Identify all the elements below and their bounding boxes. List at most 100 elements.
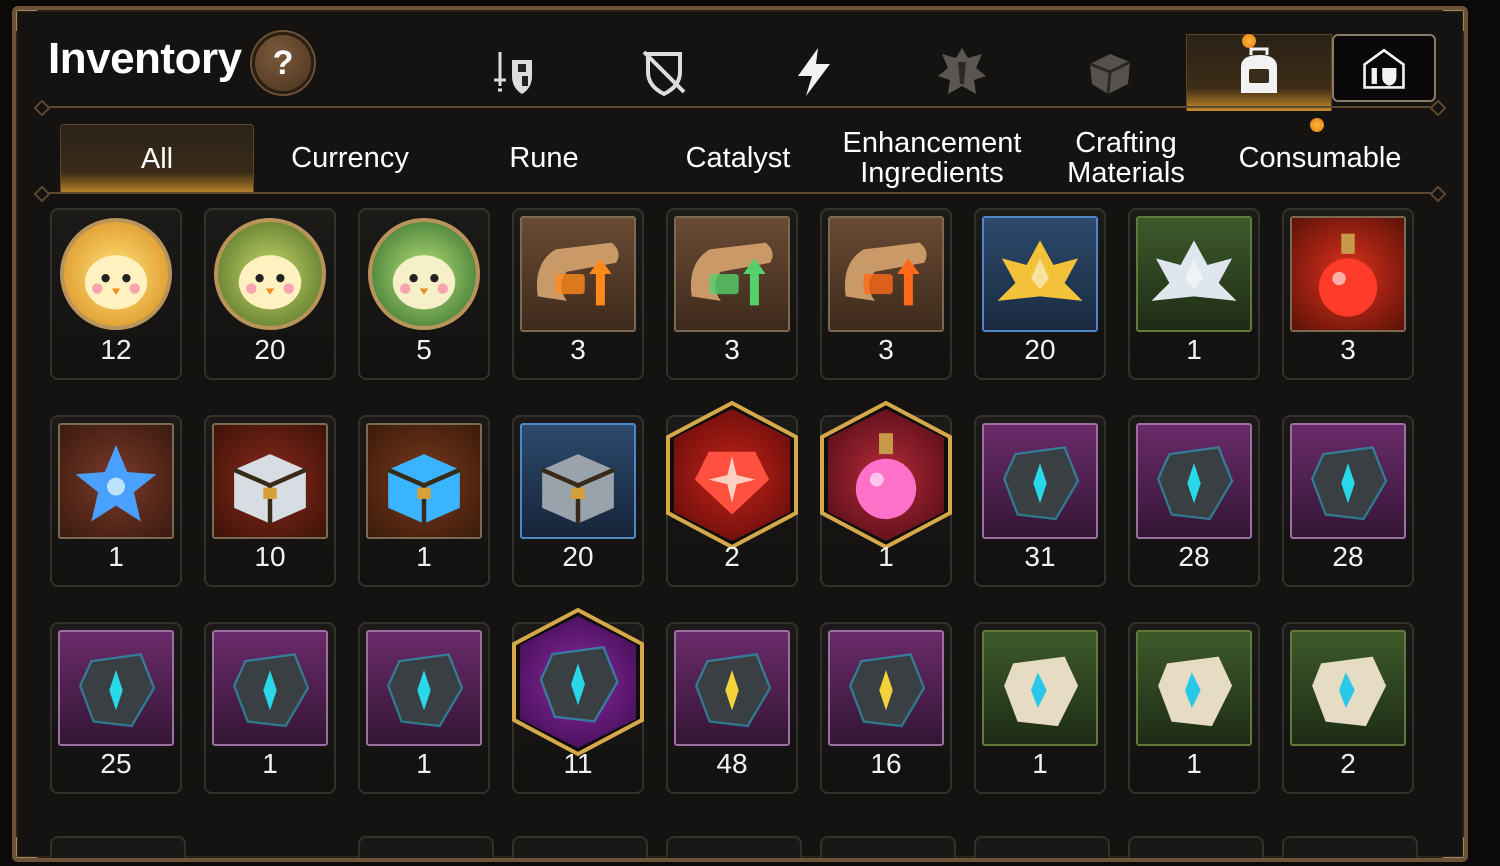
item-slot[interactable]: 1 [974,622,1106,794]
blue-glow-chest-icon [366,423,482,539]
item-slot-partial[interactable] [512,836,648,858]
cube-icon[interactable] [1062,32,1158,112]
tab-all[interactable]: All [60,124,254,193]
item-slot[interactable]: 3 [1282,208,1414,380]
item-count: 3 [1340,334,1356,365]
gold-lotus-crystal-icon [982,216,1098,332]
item-count: 31 [1024,541,1056,572]
item-count: 1 [416,541,432,572]
crest-icon[interactable] [914,32,1010,112]
scroll-upgrade-rainbow-icon [674,216,790,332]
item-count: 1 [1186,334,1202,365]
item-slot-partial[interactable] [666,836,802,858]
lightning-icon[interactable] [766,32,862,112]
item-count: 10 [254,541,286,572]
item-count: 48 [716,748,748,779]
item-slot[interactable]: 1 [1128,208,1260,380]
item-count: 20 [254,334,286,365]
item-slot[interactable]: 48 [666,622,798,794]
scroll-upgrade-red-icon [828,216,944,332]
notification-dot [1310,118,1324,132]
rune-armor-icon [1290,423,1406,539]
item-count: 28 [1332,541,1364,572]
frame-corner [16,10,37,31]
category-tabs: All Currency Rune Catalyst Enhancement I… [60,124,1440,193]
item-slot[interactable]: 3 [666,208,798,380]
item-count: 20 [562,541,594,572]
item-count: 28 [1178,541,1210,572]
item-slot-partial[interactable] [1282,836,1418,858]
item-count: 3 [878,334,894,365]
item-slot[interactable]: 1 [1128,622,1260,794]
tab-rune[interactable]: Rune [448,124,640,192]
help-button[interactable]: ? [252,32,314,94]
item-slot-partial[interactable] [50,836,186,858]
item-slot[interactable]: 1 [358,622,490,794]
item-slot[interactable]: 12 [50,208,182,380]
leaf-chick-coin-icon [368,218,480,330]
item-slot[interactable]: 31 [974,415,1106,587]
frame-corner [1443,837,1464,858]
backpack-icon[interactable] [1186,34,1332,111]
rune-blade-gold-icon [828,630,944,746]
stone-rune-sword-icon [982,630,1098,746]
item-count: 11 [563,748,593,779]
item-slot[interactable]: 3 [512,208,644,380]
rune-helmet-icon [1136,423,1252,539]
item-count: 12 [100,334,132,365]
item-slot[interactable]: 20 [204,208,336,380]
item-slot[interactable]: 2 [1282,622,1414,794]
item-slot[interactable]: 1 [358,415,490,587]
star-potion-icon [58,423,174,539]
page-title: Inventory [48,34,242,83]
item-count: 16 [870,748,902,779]
green-chick-coin-icon [214,218,326,330]
item-slot[interactable]: 28 [1128,415,1260,587]
tab-catalyst[interactable]: Catalyst [642,124,834,192]
iron-chest-icon [520,423,636,539]
storage-house-icon[interactable] [1332,34,1436,102]
tab-crafting-materials[interactable]: Crafting Materials [1030,124,1222,192]
item-count: 20 [1024,334,1056,365]
item-slot[interactable]: 1 [50,415,182,587]
rune-boots-icon [58,630,174,746]
item-slot[interactable]: 20 [512,415,644,587]
item-count: 1 [416,748,432,779]
gold-chick-coin-icon [60,218,172,330]
item-slot-partial[interactable] [820,836,956,858]
rune-sword-icon [982,423,1098,539]
item-slot[interactable]: 2 [666,400,798,587]
item-count: 1 [262,748,278,779]
item-slot[interactable]: 3 [820,208,952,380]
tab-currency[interactable]: Currency [254,124,446,192]
tab-enhancement-ingredients[interactable]: Enhancement Ingredients [836,124,1028,192]
item-slot[interactable]: 20 [974,208,1106,380]
item-slot[interactable]: 1 [204,622,336,794]
item-slot[interactable]: 10 [204,415,336,587]
item-count: 2 [1340,748,1356,779]
item-slot-partial[interactable] [358,836,494,858]
item-count: 3 [570,334,586,365]
item-slot[interactable]: 25 [50,622,182,794]
rune-necklace-icon [366,630,482,746]
disabled-shield-icon[interactable] [616,32,712,112]
item-count: 25 [100,748,132,779]
item-slot[interactable]: 28 [1282,415,1414,587]
item-count: 1 [878,541,894,572]
equipment-sword-shield-icon[interactable] [466,32,562,112]
item-count: 2 [724,541,740,572]
inventory-panel: Inventory ? All Currency Rune Catalyst E… [12,6,1468,862]
item-slot[interactable]: 11 [512,607,644,794]
item-slot-partial[interactable] [1128,836,1264,858]
item-slot[interactable]: 1 [820,400,952,587]
frame-corner [16,837,37,858]
header-divider [42,106,1438,108]
item-count: 1 [1032,748,1048,779]
tab-consumable[interactable]: Consumable [1224,124,1416,192]
tabs-divider [42,192,1438,194]
item-slot[interactable]: 16 [820,622,952,794]
silver-lotus-crystal-icon [1136,216,1252,332]
item-slot-partial[interactable] [974,836,1110,858]
scroll-upgrade-orange-icon [520,216,636,332]
item-slot[interactable]: 5 [358,208,490,380]
